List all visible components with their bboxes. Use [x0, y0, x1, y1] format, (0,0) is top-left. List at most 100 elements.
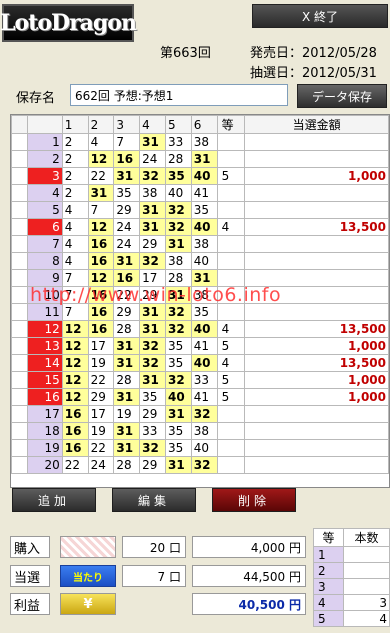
row-blank — [11, 269, 28, 287]
row-number[interactable]: 11 — [26, 303, 63, 321]
number-cell: 31 — [113, 388, 141, 406]
table-row[interactable]: 4 2 31 35 38 40 41 — [11, 184, 389, 202]
number-cell: 32 — [164, 320, 192, 338]
number-cell: 24 — [113, 235, 141, 253]
number-cell: 40 — [164, 184, 192, 202]
close-button[interactable]: X 終了 — [252, 4, 388, 28]
row-blank — [11, 405, 28, 423]
add-button[interactable]: 追加 — [12, 488, 96, 512]
edit-button[interactable]: 編集 — [112, 488, 196, 512]
table-row[interactable]: 16 12 29 31 35 40 41 5 1,000 — [11, 388, 389, 406]
row-number[interactable]: 18 — [26, 422, 63, 440]
rank-cell: 4 — [216, 218, 246, 236]
win-count: 7 口 — [122, 565, 186, 587]
table-row[interactable]: 5 4 7 29 31 32 35 — [11, 201, 389, 219]
number-cell: 31 — [113, 354, 141, 372]
table-row[interactable]: 1 2 4 7 31 33 38 — [11, 133, 389, 151]
number-cell: 33 — [139, 422, 166, 440]
number-cell: 31 — [164, 235, 192, 253]
table-row[interactable]: 2 2 12 16 24 28 31 — [11, 150, 389, 168]
row-number[interactable]: 5 — [26, 201, 63, 219]
row-number[interactable]: 6 — [26, 218, 63, 236]
number-cell: 31 — [139, 320, 166, 338]
delete-button[interactable]: 削除 — [212, 488, 296, 512]
rank-cell: 4 — [216, 354, 246, 372]
rank-cell: 5 — [216, 388, 246, 406]
table-row[interactable]: 17 16 17 19 29 31 32 — [11, 405, 389, 423]
number-cell: 29 — [87, 388, 115, 406]
number-cell: 4 — [61, 235, 89, 253]
table-row[interactable]: 6 4 12 24 31 32 40 4 13,500 — [11, 218, 389, 236]
rank-count — [343, 578, 390, 595]
table-row[interactable]: 9 7 12 16 17 28 31 — [11, 269, 389, 287]
number-cell: 31 — [113, 422, 141, 440]
row-number[interactable]: 19 — [26, 439, 63, 457]
row-number[interactable]: 1 — [26, 133, 63, 151]
row-number[interactable]: 3 — [26, 167, 63, 185]
row-number[interactable]: 15 — [26, 371, 63, 389]
table-row[interactable]: 10 7 16 22 29 31 38 — [11, 286, 389, 304]
number-cell: 16 — [113, 150, 141, 168]
table-row[interactable]: 19 16 22 31 32 35 40 — [11, 439, 389, 457]
number-cell: 40 — [164, 388, 192, 406]
prize-cell: 1,000 — [244, 337, 389, 355]
row-number[interactable]: 13 — [26, 337, 63, 355]
table-row[interactable]: 20 22 24 28 29 31 32 — [11, 456, 389, 474]
number-cell: 35 — [164, 422, 192, 440]
table-row[interactable]: 18 16 19 31 33 35 38 — [11, 422, 389, 440]
number-cell: 22 — [87, 371, 115, 389]
row-number[interactable]: 12 — [26, 320, 63, 338]
row-number[interactable]: 7 — [26, 235, 63, 253]
win-amount: 44,500 円 — [192, 565, 306, 587]
rank-cell: 4 — [216, 320, 246, 338]
save-name-label: 保存名 — [16, 91, 56, 106]
row-number[interactable]: 2 — [26, 150, 63, 168]
number-cell: 40 — [190, 252, 218, 270]
table-row[interactable]: 7 4 16 24 29 31 38 — [11, 235, 389, 253]
row-blank — [11, 337, 28, 355]
prize-cell — [244, 422, 389, 440]
rank-count-row: 43 — [313, 594, 390, 611]
row-number[interactable]: 8 — [26, 252, 63, 270]
rank-count: 4 — [343, 610, 390, 627]
row-blank — [11, 422, 28, 440]
table-row[interactable]: 11 7 16 29 31 32 35 — [11, 303, 389, 321]
number-cell: 31 — [139, 371, 166, 389]
number-cell: 12 — [61, 388, 89, 406]
number-cell: 32 — [164, 201, 192, 219]
row-blank — [11, 320, 28, 338]
header-col-6: 6 — [190, 115, 218, 134]
row-number[interactable]: 16 — [26, 388, 63, 406]
number-cell: 2 — [61, 167, 89, 185]
table-row[interactable]: 15 12 22 28 31 32 33 5 1,000 — [11, 371, 389, 389]
row-number[interactable]: 17 — [26, 405, 63, 423]
rank-cell — [216, 184, 246, 202]
row-blank — [11, 133, 28, 151]
prize-cell — [244, 184, 389, 202]
row-number[interactable]: 14 — [26, 354, 63, 372]
number-cell: 12 — [87, 269, 115, 287]
row-number[interactable]: 10 — [26, 286, 63, 304]
number-cell: 19 — [113, 405, 141, 423]
table-row[interactable]: 3 2 22 31 32 35 40 5 1,000 — [11, 167, 389, 185]
number-cell: 40 — [190, 439, 218, 457]
row-number[interactable]: 4 — [26, 184, 63, 202]
number-cell: 35 — [164, 354, 192, 372]
rank-cell — [216, 439, 246, 457]
table-row[interactable]: 12 12 16 28 31 32 40 4 13,500 — [11, 320, 389, 338]
table-row[interactable]: 8 4 16 31 32 38 40 — [11, 252, 389, 270]
row-number[interactable]: 9 — [26, 269, 63, 287]
purchase-amount: 4,000 円 — [192, 536, 306, 558]
number-cell: 7 — [87, 201, 115, 219]
row-blank — [11, 218, 28, 236]
number-cell: 38 — [164, 252, 192, 270]
row-number[interactable]: 20 — [26, 456, 63, 474]
table-row[interactable]: 14 12 19 31 32 35 40 4 13,500 — [11, 354, 389, 372]
save-name-input[interactable] — [70, 84, 288, 106]
row-blank — [11, 286, 28, 304]
number-cell: 24 — [87, 456, 115, 474]
number-cell: 41 — [190, 388, 218, 406]
data-save-button[interactable]: データ保存 — [297, 84, 387, 108]
number-cell: 31 — [139, 218, 166, 236]
table-row[interactable]: 13 12 17 31 32 35 41 5 1,000 — [11, 337, 389, 355]
